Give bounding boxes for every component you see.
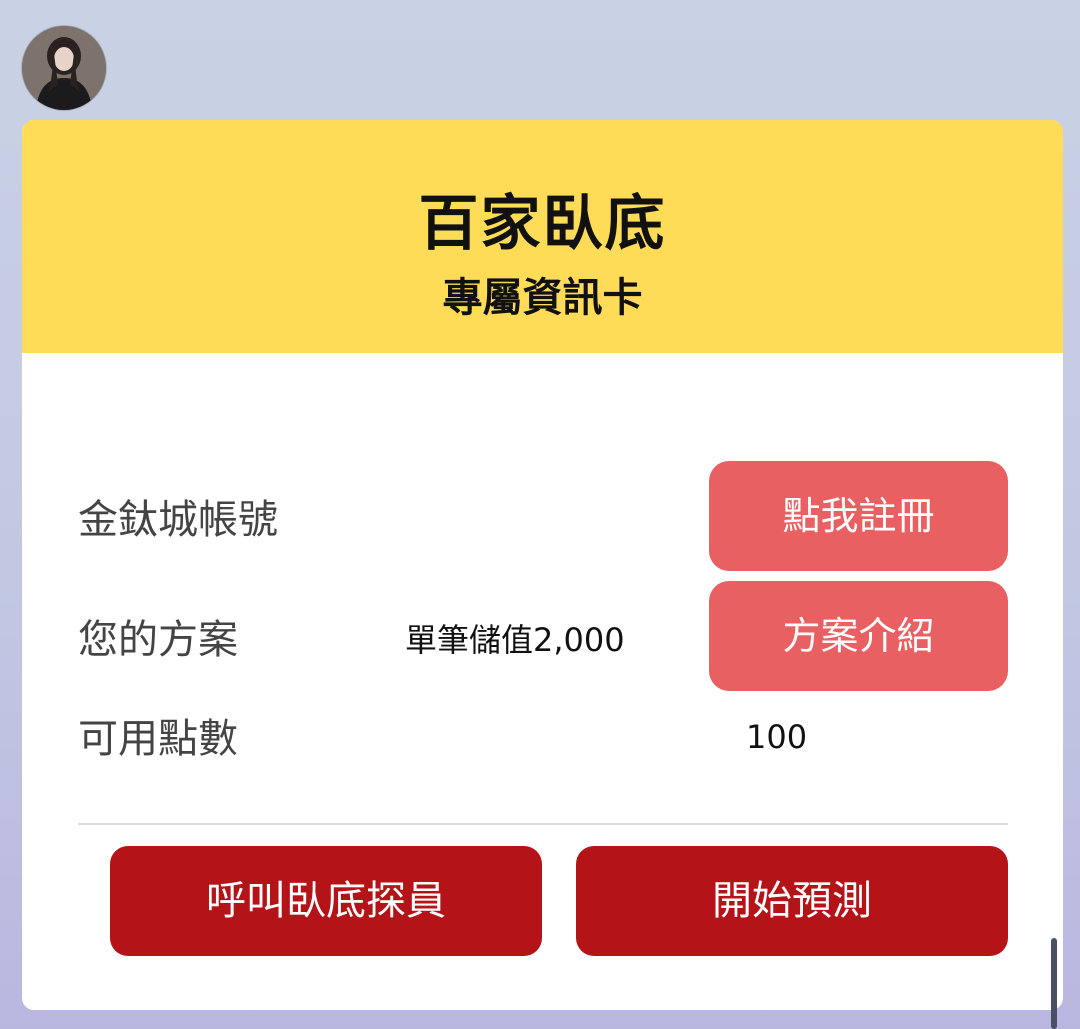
card-header: 百家臥底 專屬資訊卡 xyxy=(22,120,1063,353)
points-label: 可用點數 xyxy=(78,716,238,762)
plan-value: 單筆儲值2,000 xyxy=(405,621,625,659)
card-title: 百家臥底 xyxy=(418,189,667,259)
info-card: 百家臥底 專屬資訊卡 金鈦城帳號 點我註冊 您的方案 單筆儲值2,000 方案介… xyxy=(22,120,1063,1010)
call-agent-button[interactable]: 呼叫臥底探員 xyxy=(110,846,542,956)
card-subtitle: 專屬資訊卡 xyxy=(442,275,643,321)
plan-label: 您的方案 xyxy=(78,617,238,663)
start-prediction-button[interactable]: 開始預測 xyxy=(576,846,1008,956)
account-label: 金鈦城帳號 xyxy=(78,497,278,543)
register-button[interactable]: 點我註冊 xyxy=(709,461,1008,571)
scrollbar[interactable] xyxy=(1051,938,1057,1029)
plan-intro-button[interactable]: 方案介紹 xyxy=(709,581,1008,691)
avatar-photo-icon xyxy=(22,26,106,110)
points-value: 100 xyxy=(746,718,808,756)
divider xyxy=(78,823,1008,825)
avatar[interactable] xyxy=(22,26,106,110)
